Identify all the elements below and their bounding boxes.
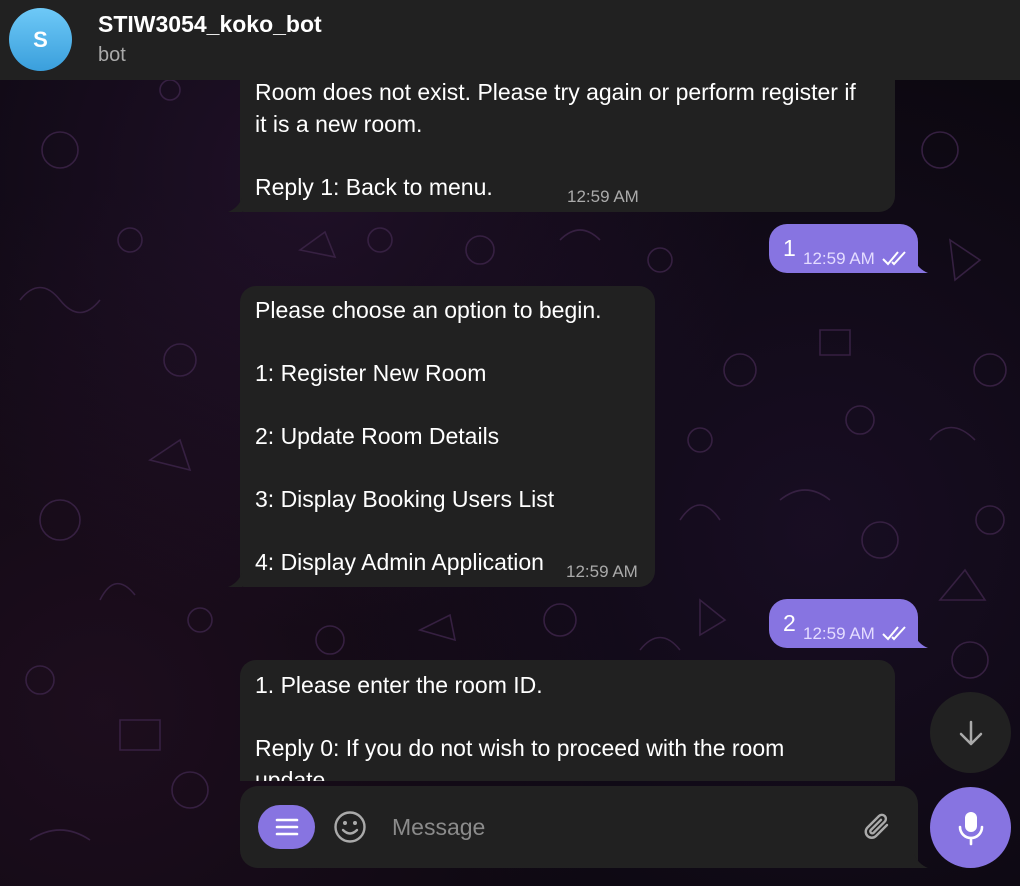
message-input[interactable] — [392, 806, 832, 848]
scroll-down-button[interactable] — [930, 692, 1011, 773]
double-check-icon — [882, 251, 906, 266]
message-time: 12:59 AM — [566, 562, 638, 581]
smile-icon[interactable] — [333, 810, 367, 844]
message-clip: 1. Please enter the room ID. Reply 0: If… — [240, 660, 895, 781]
message-time: 12:59 AM — [567, 187, 639, 206]
paperclip-icon[interactable] — [860, 810, 896, 846]
message-incoming[interactable]: Room does not exist. Please try again or… — [240, 66, 895, 212]
avatar-letter: S — [33, 26, 48, 52]
message-incoming[interactable]: 1. Please enter the room ID. Reply 0: If… — [240, 660, 895, 781]
bot-menu-button[interactable] — [258, 805, 315, 849]
bubble-tail — [228, 198, 242, 212]
message-time: 12:59 AM — [803, 249, 875, 268]
message-text: 1 — [783, 235, 796, 261]
double-check-icon — [882, 626, 906, 641]
composer-tail — [914, 854, 928, 868]
message-text: Room does not exist. Please try again or… — [255, 79, 856, 200]
message-text: Please choose an option to begin. 1: Reg… — [255, 297, 602, 575]
arrow-down-icon — [959, 720, 982, 745]
message-text: 1. Please enter the room ID. Reply 0: If… — [255, 672, 785, 781]
chat-header[interactable]: S STIW3054_koko_bot bot — [0, 0, 1020, 80]
message-outgoing[interactable]: 1 12:59 AM — [769, 224, 918, 273]
microphone-icon — [958, 811, 983, 845]
bubble-tail — [228, 573, 242, 587]
bubble-tail — [914, 634, 928, 648]
chat-info[interactable]: STIW3054_koko_bot bot — [98, 10, 322, 69]
message-composer — [240, 786, 918, 868]
message-text: 2 — [783, 610, 796, 636]
message-time: 12:59 AM — [803, 624, 875, 643]
voice-message-button[interactable] — [930, 787, 1011, 868]
menu-icon — [275, 818, 298, 836]
chat-title: STIW3054_koko_bot — [98, 11, 322, 37]
message-outgoing[interactable]: 2 12:59 AM — [769, 599, 918, 648]
message-incoming[interactable]: Please choose an option to begin. 1: Reg… — [240, 286, 655, 587]
avatar[interactable]: S — [9, 8, 72, 71]
chat-subtitle: bot — [98, 44, 126, 66]
bubble-tail — [914, 259, 928, 273]
